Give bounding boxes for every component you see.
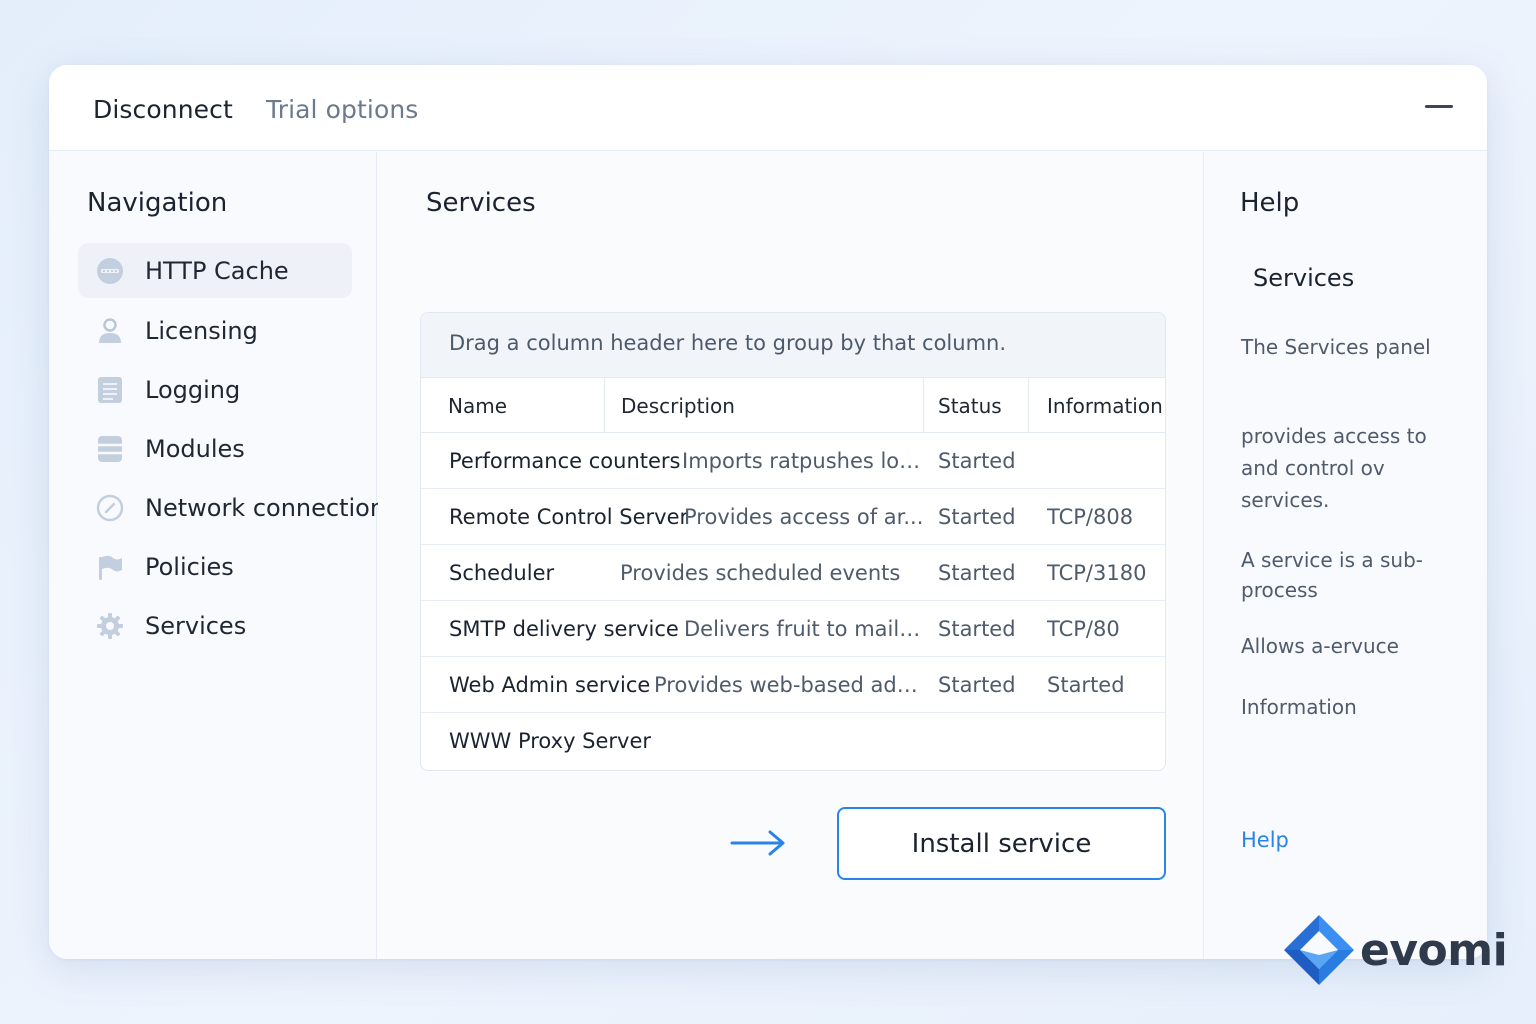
cell-name: Web Admin service <box>449 673 651 697</box>
cell-information: TCP/3180 <box>1047 561 1147 585</box>
cell-name: WWW Proxy Server <box>449 729 652 753</box>
cell-description: Delivers fruit to mailb... <box>684 617 924 641</box>
modules-icon <box>95 434 125 464</box>
services-grid: Drag a column header here to group by th… <box>420 312 1166 771</box>
minimize-icon[interactable] <box>1425 105 1453 108</box>
flag-icon <box>95 552 125 582</box>
brand-logo: evomi <box>1282 913 1508 987</box>
main-window: Disconnect Trial options Navigation HTTP… <box>49 65 1487 959</box>
help-paragraph: Information <box>1241 695 1357 719</box>
help-paragraph: A service is a sub-process <box>1241 548 1423 602</box>
group-by-area[interactable]: Drag a column header here to group by th… <box>421 313 1165 378</box>
cell-name: SMTP delivery service <box>449 617 679 641</box>
table-row[interactable]: SMTP delivery service Delivers fruit to … <box>421 601 1165 657</box>
tab-trial-options[interactable]: Trial options <box>266 95 418 124</box>
nav-item-logging[interactable]: Logging <box>78 361 352 419</box>
navigation-title: Navigation <box>87 188 228 218</box>
column-header-information[interactable]: Information <box>1028 378 1165 432</box>
nav-label-modules: Modules <box>145 435 245 463</box>
evomi-logo-icon <box>1284 915 1354 985</box>
services-panel: Services Drag a column header here to gr… <box>378 152 1204 959</box>
nav-label-services: Services <box>145 612 247 640</box>
table-row[interactable]: Web Admin service Provides web-based adm… <box>421 657 1165 713</box>
help-paragraph: The Services panel <box>1241 335 1431 359</box>
cell-information: Started <box>1047 673 1125 697</box>
nav-item-network-connection[interactable]: Network connection <box>78 479 385 537</box>
cell-status: Started <box>938 561 1016 585</box>
table-row[interactable]: Scheduler Provides scheduled events Star… <box>421 545 1165 601</box>
cell-description: Imports ratpushes loc... <box>682 449 922 473</box>
tab-disconnect[interactable]: Disconnect <box>93 95 233 124</box>
help-subtitle: Services <box>1253 264 1355 292</box>
help-title: Help <box>1240 188 1300 218</box>
table-row[interactable]: Remote Control Server Provides access of… <box>421 489 1165 545</box>
top-bar: Disconnect Trial options <box>49 65 1487 151</box>
nav-label-policies: Policies <box>145 553 234 581</box>
column-header-description[interactable]: Description <box>604 378 923 432</box>
nav-label-licensing: Licensing <box>145 317 258 345</box>
help-panel: Help Services The Services panel provide… <box>1205 152 1487 959</box>
cell-information: TCP/808 <box>1047 505 1134 529</box>
help-paragraph: provides access to and control ov servic… <box>1241 424 1427 512</box>
cell-name: Performance counters <box>449 449 681 473</box>
cell-status: Started <box>938 617 1016 641</box>
arrow-right-icon <box>730 828 788 862</box>
column-header-name[interactable]: Name <box>421 378 604 432</box>
nav-list: HTTP Cache Licensing Logging Modules Net… <box>78 243 385 656</box>
install-service-button[interactable]: Install service <box>837 807 1166 880</box>
nav-label-logging: Logging <box>145 376 241 404</box>
cell-status: Started <box>938 505 1016 529</box>
cell-description: Provides access of ar... <box>684 505 924 529</box>
cell-name: Scheduler <box>449 561 555 585</box>
cell-status: Started <box>938 449 1016 473</box>
nav-item-services[interactable]: Services <box>78 597 352 655</box>
nav-label-http-cache: HTTP Cache <box>145 256 289 285</box>
nav-item-policies[interactable]: Policies <box>78 538 352 596</box>
document-icon <box>95 375 125 405</box>
cell-status: Started <box>938 673 1016 697</box>
cell-description: Provides web-based adm... <box>654 673 924 697</box>
column-header-status[interactable]: Status <box>923 378 1028 432</box>
nav-label-network-connection: Network connection <box>145 494 386 522</box>
user-icon <box>95 316 125 346</box>
page-title: Services <box>426 188 536 218</box>
nav-item-modules[interactable]: Modules <box>78 420 352 478</box>
nav-item-licensing[interactable]: Licensing <box>78 302 352 360</box>
table-row[interactable]: WWW Proxy Server <box>421 713 1165 769</box>
cell-information: TCP/80 <box>1047 617 1120 641</box>
cache-icon <box>95 256 125 286</box>
navigation-panel: Navigation HTTP Cache Licensing Logging … <box>49 152 385 959</box>
grid-header: Name Description Status Information <box>421 378 1165 433</box>
table-row[interactable]: Performance counters Imports ratpushes l… <box>421 433 1165 489</box>
cell-name: Remote Control Server <box>449 505 689 529</box>
help-link[interactable]: Help <box>1241 828 1289 852</box>
gear-icon <box>95 611 125 641</box>
help-paragraph: Allows a-ervuce <box>1241 634 1399 658</box>
cell-description: Provides scheduled events <box>620 561 901 585</box>
compass-icon <box>95 493 125 523</box>
brand-name: evomi <box>1360 924 1508 976</box>
nav-item-http-cache[interactable]: HTTP Cache <box>78 243 352 298</box>
